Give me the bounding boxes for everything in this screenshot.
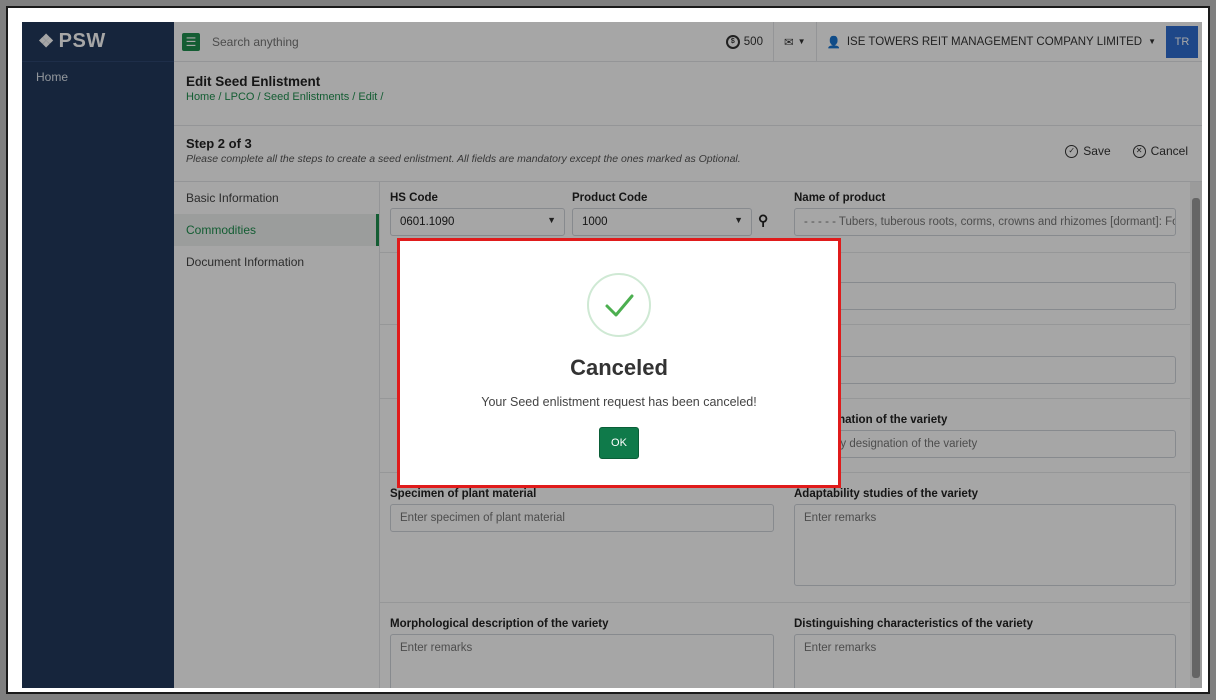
success-check-icon: [587, 273, 651, 337]
cancel-confirmation-dialog: Canceled Your Seed enlistment request ha…: [397, 238, 841, 488]
screenshot-frame: ❖ PSW Home ☰ $ 500 ✉ ▼ 👤 ISE TOWERS REIT…: [6, 6, 1210, 694]
dialog-message: Your Seed enlistment request has been ca…: [481, 395, 757, 409]
checkmark-icon: [605, 294, 634, 317]
app-window: ❖ PSW Home ☰ $ 500 ✉ ▼ 👤 ISE TOWERS REIT…: [22, 22, 1202, 688]
ok-button[interactable]: OK: [599, 427, 639, 459]
dialog-title: Canceled: [570, 355, 668, 380]
